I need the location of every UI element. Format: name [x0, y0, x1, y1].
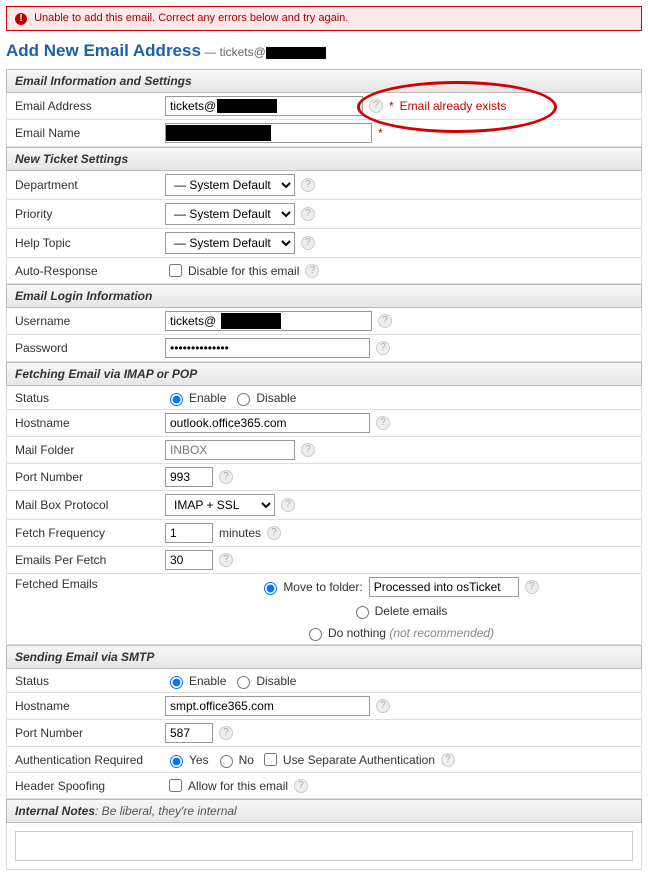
help-icon[interactable]: ?: [378, 314, 392, 328]
section-send: Sending Email via SMTP: [6, 645, 642, 669]
fetch-enable-radio-label[interactable]: Enable: [165, 390, 226, 406]
help-icon[interactable]: ?: [369, 99, 383, 113]
required-asterisk: *: [389, 99, 394, 113]
page-subtitle: — tickets@: [204, 45, 326, 59]
help-icon[interactable]: ?: [294, 779, 308, 793]
error-banner: ! Unable to add this email. Correct any …: [6, 6, 642, 31]
label-fetch-status: Status: [15, 391, 165, 405]
fetch-disable-radio[interactable]: [237, 393, 250, 406]
fetch-disable-radio-label[interactable]: Disable: [232, 390, 296, 406]
section-ticket: New Ticket Settings: [6, 147, 642, 171]
help-icon[interactable]: ?: [219, 470, 233, 484]
redacted-email-domain: [217, 99, 277, 113]
delete-emails-radio[interactable]: [356, 606, 369, 619]
smtp-port-input[interactable]: [165, 723, 213, 743]
email-name-input[interactable]: [271, 124, 371, 142]
fetch-port-input[interactable]: [165, 467, 213, 487]
mail-folder-input[interactable]: [165, 440, 295, 460]
help-icon[interactable]: ?: [441, 753, 455, 767]
help-icon[interactable]: ?: [219, 553, 233, 567]
label-department: Department: [15, 178, 165, 192]
label-priority: Priority: [15, 207, 165, 221]
redacted-username: [221, 313, 281, 329]
auth-no-radio-label[interactable]: No: [215, 752, 254, 768]
help-icon[interactable]: ?: [267, 526, 281, 540]
password-input[interactable]: [165, 338, 370, 358]
label-smtp-status: Status: [15, 674, 165, 688]
label-auto-response: Auto-Response: [15, 264, 165, 278]
auth-no-radio[interactable]: [220, 755, 233, 768]
help-icon[interactable]: ?: [301, 178, 315, 192]
label-username: Username: [15, 314, 165, 328]
move-to-folder-radio[interactable]: [264, 582, 277, 595]
redacted-domain: [266, 47, 326, 59]
smtp-hostname-input[interactable]: [165, 696, 370, 716]
smtp-enable-radio-label[interactable]: Enable: [165, 673, 226, 689]
label-fetch-hostname: Hostname: [15, 416, 165, 430]
notes-textarea[interactable]: [15, 831, 633, 861]
help-icon[interactable]: ?: [301, 207, 315, 221]
header-spoof-checkbox[interactable]: [169, 779, 182, 792]
delete-emails-radio-label[interactable]: Delete emails: [351, 603, 448, 619]
help-icon[interactable]: ?: [305, 264, 319, 278]
email-error-text: Email already exists: [400, 99, 507, 113]
help-icon[interactable]: ?: [376, 416, 390, 430]
section-email-info: Email Information and Settings: [6, 69, 642, 93]
fetch-enable-radio[interactable]: [170, 393, 183, 406]
auto-response-checkbox-label[interactable]: Disable for this email: [165, 261, 299, 280]
smtp-enable-radio[interactable]: [170, 676, 183, 689]
page-title: Add New Email Address: [6, 41, 201, 61]
protocol-select[interactable]: IMAP + SSL: [165, 494, 275, 516]
notes-area: [6, 823, 642, 870]
help-icon[interactable]: ?: [301, 236, 315, 250]
fetch-frequency-input[interactable]: [165, 523, 213, 543]
label-fetch-frequency: Fetch Frequency: [15, 526, 165, 540]
label-fetched-emails: Fetched Emails: [15, 577, 165, 591]
header-spoof-checkbox-label[interactable]: Allow for this email: [165, 776, 288, 795]
label-auth-required: Authentication Required: [15, 753, 165, 767]
smtp-disable-radio[interactable]: [237, 676, 250, 689]
smtp-disable-radio-label[interactable]: Disable: [232, 673, 296, 689]
page-header: Add New Email Address — tickets@: [6, 37, 642, 69]
email-address-input[interactable]: [166, 97, 221, 115]
fetch-hostname-input[interactable]: [165, 413, 370, 433]
auto-response-checkbox[interactable]: [169, 264, 182, 277]
section-login: Email Login Information: [6, 284, 642, 308]
label-email-name: Email Name: [15, 126, 165, 140]
minutes-label: minutes: [219, 526, 261, 540]
help-topic-select[interactable]: — System Default —: [165, 232, 295, 254]
label-mail-folder: Mail Folder: [15, 443, 165, 457]
per-fetch-input[interactable]: [165, 550, 213, 570]
help-icon[interactable]: ?: [376, 341, 390, 355]
label-help-topic: Help Topic: [15, 236, 165, 250]
help-icon[interactable]: ?: [301, 443, 315, 457]
priority-select[interactable]: — System Default —: [165, 203, 295, 225]
department-select[interactable]: — System Default —: [165, 174, 295, 196]
label-password: Password: [15, 341, 165, 355]
redacted-email-name: [166, 125, 271, 141]
required-asterisk: *: [378, 126, 383, 140]
auth-yes-radio-label[interactable]: Yes: [165, 752, 209, 768]
auth-yes-radio[interactable]: [170, 755, 183, 768]
help-icon[interactable]: ?: [525, 580, 539, 594]
move-folder-input[interactable]: [369, 577, 519, 597]
username-input[interactable]: [166, 312, 221, 330]
label-fetch-port: Port Number: [15, 470, 165, 484]
sep-auth-checkbox[interactable]: [264, 753, 277, 766]
label-email-address: Email Address: [15, 99, 165, 113]
label-per-fetch: Emails Per Fetch: [15, 553, 165, 567]
label-smtp-port: Port Number: [15, 726, 165, 740]
do-nothing-radio-label[interactable]: Do nothing (not recommended): [304, 625, 494, 641]
label-header-spoofing: Header Spoofing: [15, 779, 165, 793]
section-fetch: Fetching Email via IMAP or POP: [6, 362, 642, 386]
do-nothing-radio[interactable]: [309, 628, 322, 641]
help-icon[interactable]: ?: [219, 726, 233, 740]
section-notes: Internal Notes: Be liberal, they're inte…: [6, 799, 642, 823]
error-text: Unable to add this email. Correct any er…: [34, 12, 348, 24]
label-mailbox-protocol: Mail Box Protocol: [15, 498, 165, 512]
error-icon: !: [15, 13, 27, 25]
move-to-folder-radio-label[interactable]: Move to folder:: [259, 579, 362, 595]
sep-auth-checkbox-label[interactable]: Use Separate Authentication: [260, 750, 435, 769]
help-icon[interactable]: ?: [281, 498, 295, 512]
